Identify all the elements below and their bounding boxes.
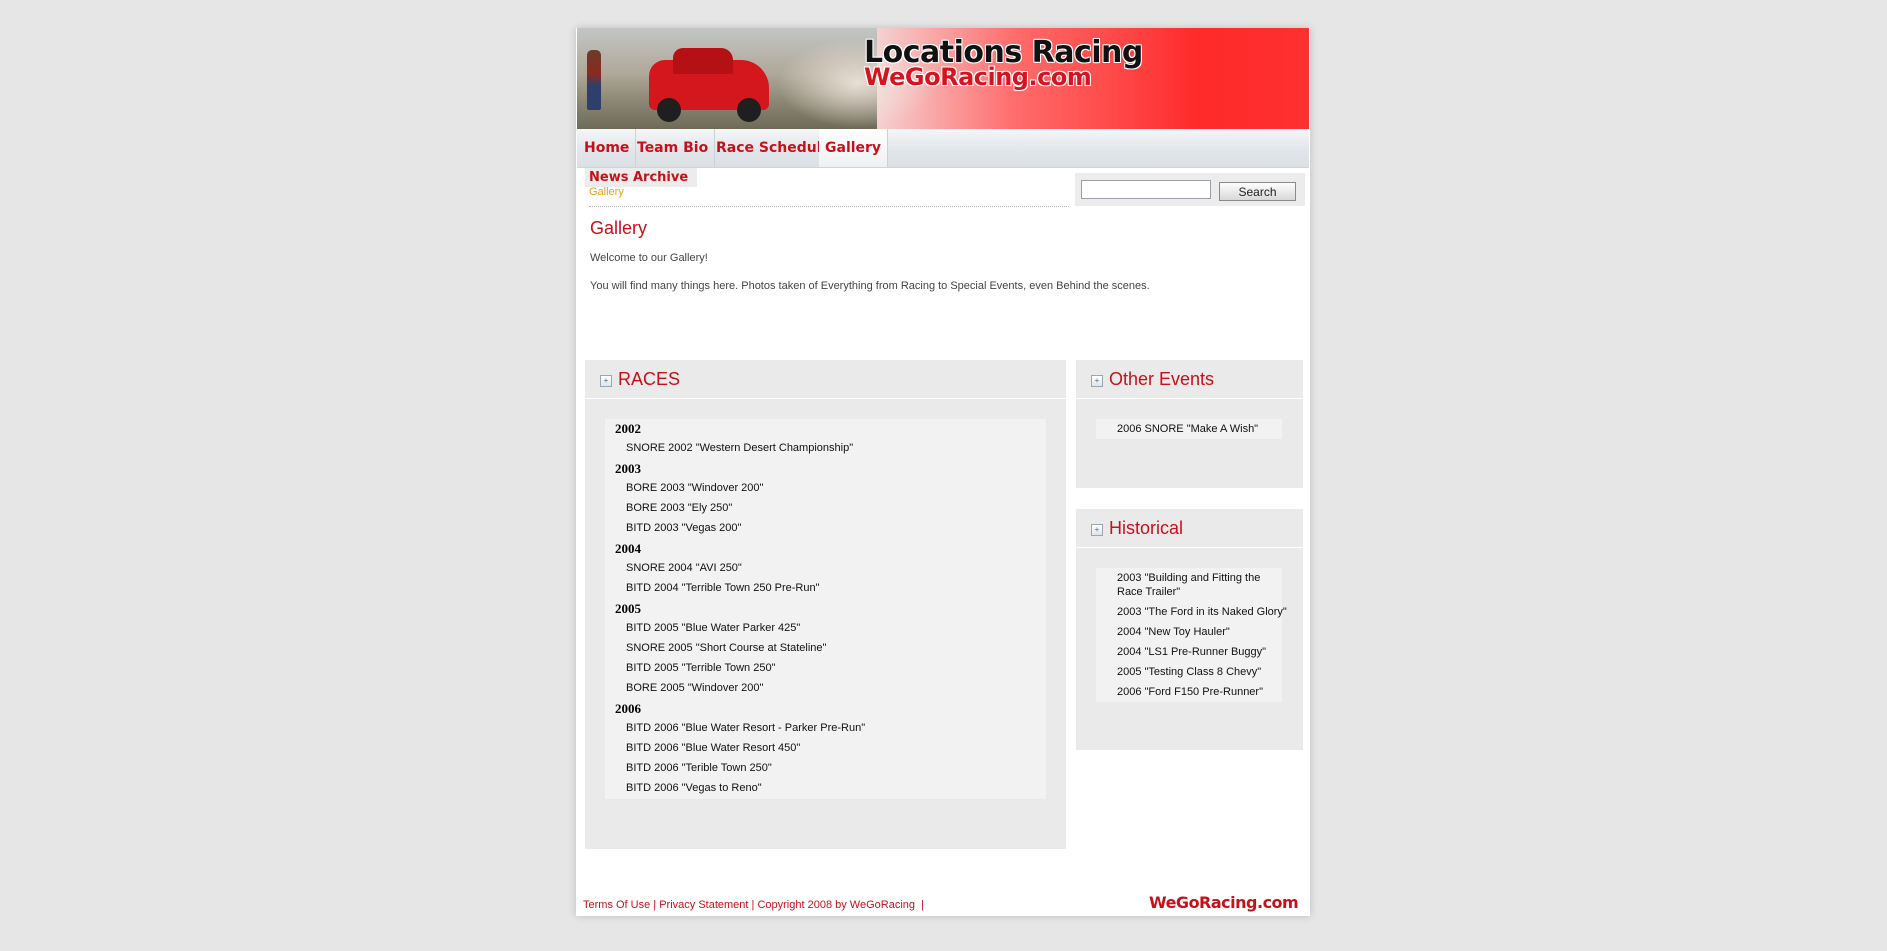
historical-link[interactable]: 2003 "Building and Fitting the Race Trai…	[1117, 571, 1287, 599]
race-link[interactable]: SNORE 2005 "Short Course at Stateline"	[626, 642, 826, 654]
year-heading: 2005	[615, 601, 641, 616]
historical-link[interactable]: 2006 "Ford F150 Pre-Runner"	[1117, 685, 1287, 699]
year-heading: 2004	[615, 541, 641, 556]
main-nav: Home Team Bio Race Schedule Gallery	[577, 129, 1309, 168]
other-events-header: + Other Events	[1076, 360, 1303, 399]
nav-gallery[interactable]: Gallery	[819, 129, 889, 167]
footer-separator: |	[921, 899, 925, 911]
historical-header: + Historical	[1076, 509, 1303, 548]
search-button[interactable]: Search	[1219, 182, 1296, 201]
news-archive-tab[interactable]: News Archive	[585, 168, 697, 187]
privacy-link[interactable]: Privacy Statement	[659, 899, 748, 911]
races-toggle-icon[interactable]: +	[600, 375, 612, 387]
race-link[interactable]: BITD 2004 "Terrible Town 250 Pre-Run"	[626, 582, 819, 594]
footer-separator: |	[653, 899, 657, 911]
event-link[interactable]: 2006 SNORE "Make A Wish"	[1117, 422, 1287, 436]
search-box: Search	[1075, 173, 1305, 206]
races-panel: + RACES 2002 SNORE 2002 "Western Desert …	[585, 360, 1066, 849]
other-events-title: Other Events	[1109, 369, 1215, 389]
year-heading: 2006	[615, 701, 641, 716]
header-person-figure	[587, 50, 601, 110]
race-link[interactable]: BITD 2006 "Blue Water Resort - Parker Pr…	[626, 722, 865, 734]
search-input[interactable]	[1081, 180, 1211, 199]
races-panel-header: + RACES	[585, 360, 1066, 399]
race-link[interactable]: BITD 2005 "Terrible Town 250"	[626, 662, 775, 674]
terms-link[interactable]: Terms Of Use	[583, 899, 650, 911]
historical-list: 2003 "Building and Fitting the Race Trai…	[1096, 568, 1287, 702]
race-link[interactable]: SNORE 2004 "AVI 250"	[626, 562, 742, 574]
race-link[interactable]: BITD 2003 "Vegas 200"	[626, 522, 741, 534]
year-heading: 2002	[615, 421, 641, 436]
truck-wheel-rear	[737, 98, 761, 122]
year-heading: 2003	[615, 461, 641, 476]
races-list: 2002 SNORE 2002 "Western Desert Champion…	[605, 419, 1046, 799]
body-text: You will find many things here. Photos t…	[590, 280, 1150, 292]
race-link[interactable]: BITD 2006 "Terible Town 250"	[626, 762, 772, 774]
race-link[interactable]: BORE 2003 "Windover 200"	[626, 482, 763, 494]
footer-logo: WeGoRacing.com	[1149, 893, 1299, 912]
race-link[interactable]: BITD 2005 "Blue Water Parker 425"	[626, 622, 800, 634]
other-events-panel: + Other Events 2006 SNORE "Make A Wish"	[1076, 360, 1303, 488]
race-link[interactable]: BORE 2005 "Windover 200"	[626, 682, 763, 694]
historical-link[interactable]: 2004 "LS1 Pre-Runner Buggy"	[1117, 645, 1287, 659]
race-link[interactable]: BORE 2003 "Ely 250"	[626, 502, 732, 514]
header-truck-cab	[673, 48, 733, 74]
race-link[interactable]: BITD 2006 "Blue Water Resort 450"	[626, 742, 800, 754]
truck-wheel-front	[657, 98, 681, 122]
historical-link[interactable]: 2004 "New Toy Hauler"	[1117, 625, 1287, 639]
breadcrumb[interactable]: Gallery	[589, 186, 624, 198]
intro-text: Welcome to our Gallery!	[590, 252, 708, 264]
site-header: Locations Racing WeGoRacing.com	[577, 28, 1309, 129]
site-subtitle: WeGoRacing.com	[864, 63, 1092, 91]
historical-panel: + Historical 2003 "Building and Fitting …	[1076, 509, 1303, 750]
copyright-text: Copyright 2008 by WeGoRacing	[757, 899, 916, 911]
other-events-list: 2006 SNORE "Make A Wish"	[1096, 419, 1282, 439]
historical-link[interactable]: 2005 "Testing Class 8 Chevy"	[1117, 665, 1287, 679]
footer-links: Terms Of Use | Privacy Statement | Copyr…	[583, 899, 924, 911]
historical-link[interactable]: 2003 "The Ford in its Naked Glory"	[1117, 605, 1287, 619]
historical-toggle-icon[interactable]: +	[1091, 524, 1103, 536]
footer-separator: |	[751, 899, 755, 911]
divider	[589, 206, 1069, 207]
historical-title: Historical	[1109, 518, 1184, 538]
race-link[interactable]: SNORE 2002 "Western Desert Championship"	[626, 442, 853, 454]
other-events-toggle-icon[interactable]: +	[1091, 375, 1103, 387]
page-title: Gallery	[590, 218, 648, 238]
races-title: RACES	[618, 369, 681, 389]
nav-team-bio[interactable]: Team Bio	[631, 129, 716, 167]
page-container: Locations Racing WeGoRacing.com Home Tea…	[576, 28, 1310, 916]
race-link[interactable]: BITD 2006 "Vegas to Reno"	[626, 782, 762, 794]
nav-home[interactable]: Home	[578, 129, 637, 167]
